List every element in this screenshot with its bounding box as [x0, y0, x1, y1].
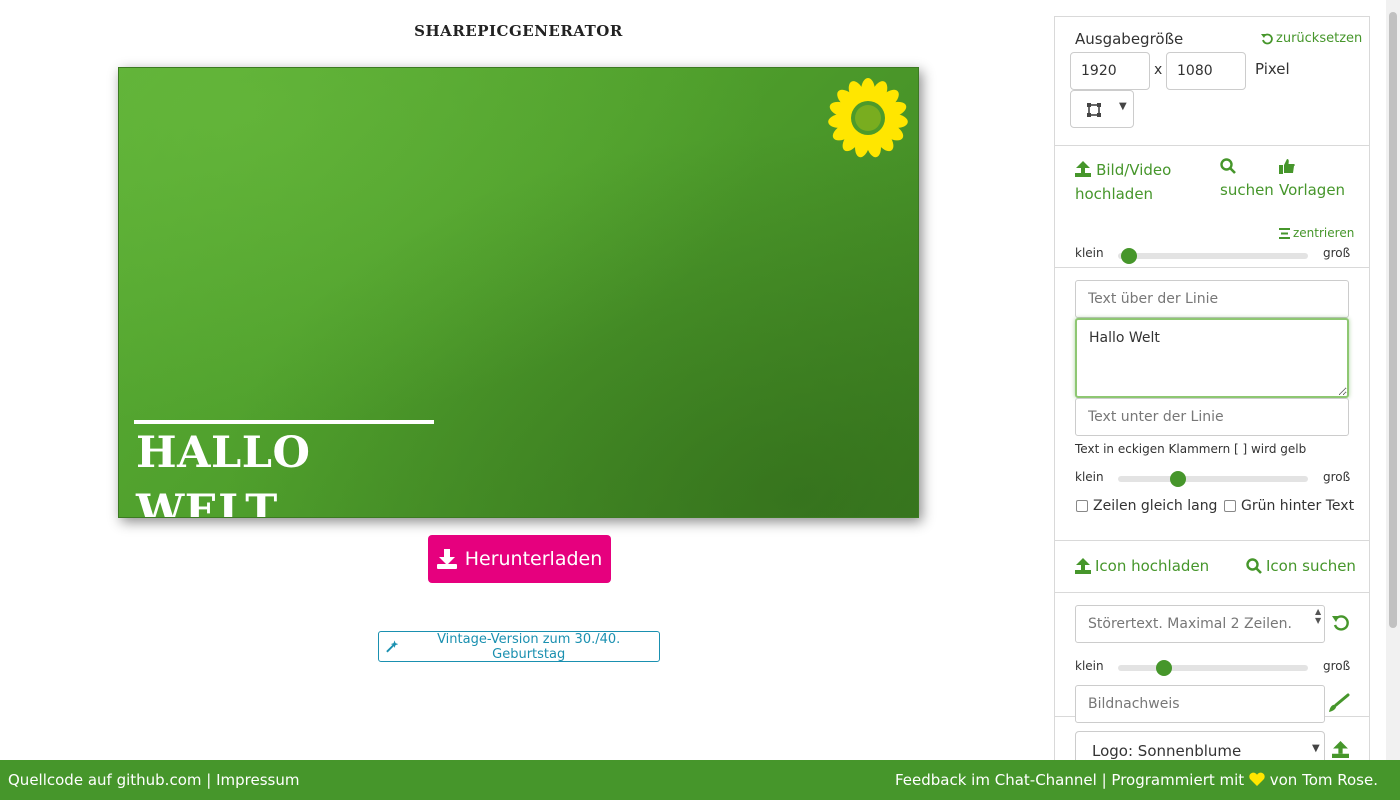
icon-section: Icon hochladen Icon suchen	[1055, 541, 1369, 593]
search-image-link[interactable]: suchen	[1220, 158, 1280, 202]
chevron-down-icon: ▼	[1119, 101, 1127, 112]
vintage-version-button[interactable]: Vintage-Version zum 30./40. Geburtstag	[378, 631, 660, 662]
green-behind-text-checkbox[interactable]	[1224, 500, 1236, 512]
text-slider-max-label: groß	[1323, 470, 1351, 484]
magic-wand-icon	[386, 639, 399, 652]
text-below-line-input[interactable]	[1075, 398, 1349, 436]
output-size-section: Ausgabegröße zurücksetzen x Pixel ▼	[1055, 17, 1369, 146]
text-size-slider-thumb[interactable]	[1170, 471, 1187, 487]
search-icon	[1246, 558, 1262, 574]
search-icon	[1220, 158, 1236, 174]
image-zoom-slider[interactable]	[1118, 248, 1308, 264]
upload-logo-icon[interactable]	[1332, 741, 1349, 758]
search-image-label: suchen	[1220, 181, 1274, 199]
main-text-textarea[interactable]	[1075, 318, 1349, 398]
center-image-label: zentrieren	[1293, 226, 1355, 240]
thumbs-up-icon	[1279, 159, 1295, 174]
feedback-link[interactable]: Feedback im Chat-Channel	[895, 771, 1097, 789]
search-icon-label: Icon suchen	[1266, 557, 1356, 575]
stoerer-slider-min-label: klein	[1075, 659, 1104, 673]
height-input[interactable]	[1166, 52, 1246, 90]
crop-icon	[1087, 103, 1101, 117]
sunflower-icon	[828, 78, 908, 158]
size-separator: x	[1154, 62, 1163, 78]
reset-stoerer-icon[interactable]	[1332, 614, 1350, 632]
footer-separator: |	[1101, 771, 1107, 789]
image-zoom-slider-thumb[interactable]	[1121, 248, 1138, 264]
upload-icon	[1075, 558, 1091, 574]
equal-lines-label: Zeilen gleich lang	[1093, 498, 1218, 514]
output-size-label: Ausgabegröße	[1075, 30, 1184, 48]
download-button[interactable]: Herunterladen	[428, 535, 611, 583]
center-image-link[interactable]: zentrieren	[1279, 226, 1354, 240]
download-label: Herunterladen	[464, 548, 603, 570]
undo-icon	[1261, 33, 1273, 44]
source-code-link[interactable]: Quellcode auf github.com	[8, 771, 201, 789]
heart-icon	[1249, 772, 1265, 786]
reset-size-label: zurücksetzen	[1276, 31, 1363, 46]
bracket-hint: Text in eckigen Klammern [ ] wird gelb	[1075, 442, 1307, 456]
image-slider-min-label: klein	[1075, 246, 1104, 260]
programmed-suffix: von Tom Rose.	[1269, 771, 1378, 789]
upload-icon-link[interactable]: Icon hochladen	[1075, 554, 1209, 578]
templates-link[interactable]: Vorlagen	[1279, 158, 1349, 202]
background-image-section: Bild/Video hochladen suchen Vorlagen zen…	[1055, 146, 1369, 268]
page-scrollbar-thumb[interactable]	[1389, 12, 1397, 628]
footer-right: Feedback im Chat-Channel | Programmiert …	[895, 771, 1378, 789]
align-center-icon	[1279, 227, 1290, 239]
stoerer-size-slider-thumb[interactable]	[1156, 660, 1173, 676]
upload-icon	[1075, 161, 1091, 177]
equal-lines-checkbox[interactable]	[1076, 500, 1088, 512]
templates-label: Vorlagen	[1279, 181, 1346, 199]
imprint-link[interactable]: Impressum	[216, 771, 299, 789]
chevron-down-icon: ▼	[1312, 743, 1320, 754]
text-slider-min-label: klein	[1075, 470, 1104, 484]
image-slider-max-label: groß	[1323, 246, 1351, 260]
upload-image-link[interactable]: Bild/Video hochladen	[1075, 158, 1195, 206]
app-title: SHAREPICGENERATOR	[414, 22, 623, 40]
programmed-prefix: Programmiert mit	[1111, 771, 1245, 789]
search-icon-link[interactable]: Icon suchen	[1246, 554, 1356, 578]
stoerer-section: ▲▼ klein groß	[1055, 593, 1369, 723]
stepper-arrows-icon[interactable]: ▲ ▼	[1315, 607, 1321, 625]
logo-select-value: Logo: Sonnenblume	[1092, 742, 1242, 760]
vintage-label: Vintage-Version zum 30./40. Geburtstag	[437, 631, 621, 662]
upload-icon-label: Icon hochladen	[1095, 557, 1210, 575]
pixel-unit-label: Pixel	[1255, 60, 1290, 78]
headline-text: HALLO WELT	[136, 428, 311, 518]
stoerer-text-input[interactable]	[1075, 605, 1325, 643]
brush-icon[interactable]	[1328, 693, 1350, 713]
format-select[interactable]: ▼	[1070, 90, 1134, 128]
width-input[interactable]	[1070, 52, 1150, 90]
page-scrollbar[interactable]	[1386, 0, 1400, 760]
footer: Quellcode auf github.com | Impressum Fee…	[0, 760, 1400, 800]
text-size-slider[interactable]	[1118, 471, 1308, 487]
headline-block: HALLO WELT	[134, 420, 434, 518]
footer-separator: |	[206, 771, 212, 789]
footer-left: Quellcode auf github.com | Impressum	[8, 771, 299, 789]
stoerer-size-slider[interactable]	[1118, 660, 1308, 676]
download-icon	[436, 549, 457, 569]
text-above-line-input[interactable]	[1075, 280, 1349, 318]
reset-size-link[interactable]: zurücksetzen	[1261, 31, 1362, 46]
sharepic-canvas[interactable]: HALLO WELT	[118, 67, 919, 518]
text-section: Text in eckigen Klammern [ ] wird gelb k…	[1055, 268, 1369, 541]
stoerer-slider-max-label: groß	[1323, 659, 1351, 673]
sidebar: Ausgabegröße zurücksetzen x Pixel ▼	[1054, 16, 1370, 776]
green-behind-text-label: Grün hinter Text	[1241, 498, 1355, 514]
